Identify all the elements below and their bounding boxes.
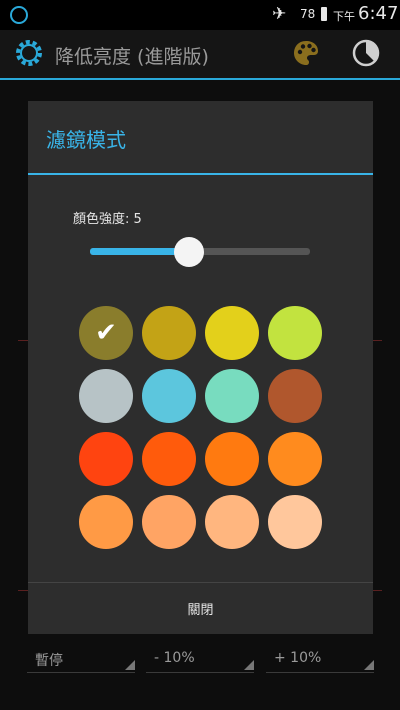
background-divider [372,340,382,341]
color-swatch[interactable] [205,306,259,360]
dialog-title: 濾鏡模式 [46,128,126,152]
intensity-label: 顏色強度: 5 [73,212,142,227]
battery-level: 78 [300,7,316,21]
color-swatch[interactable] [205,495,259,549]
increase-button[interactable]: + 10% [266,648,374,673]
color-swatch[interactable] [142,432,196,486]
color-swatch[interactable] [268,495,322,549]
color-swatch-selected[interactable]: ✔ [79,306,133,360]
close-button[interactable]: 關閉 [28,583,373,634]
checkmark-icon: ✔ [95,318,117,348]
color-swatch[interactable] [142,369,196,423]
decrease-label: - 10% [154,650,195,666]
battery-icon [321,7,327,21]
color-swatch[interactable] [205,369,259,423]
clock-time: 6:47 [358,3,399,24]
action-bar: 降低亮度 (進階版) [0,30,400,80]
notification-ring-icon [10,6,28,24]
spinner-corner-icon [244,660,254,670]
color-swatch[interactable] [268,432,322,486]
palette-icon[interactable] [291,38,321,68]
color-swatch[interactable] [79,369,133,423]
app-title: 降低亮度 (進階版) [55,46,209,68]
spinner-corner-icon [364,660,374,670]
color-swatch[interactable] [142,306,196,360]
gear-icon [16,40,42,66]
dialog-title-divider [28,173,373,175]
pause-button[interactable]: 暫停 [27,648,135,673]
decrease-button[interactable]: - 10% [146,648,254,673]
contrast-icon[interactable] [352,39,380,67]
status-bar: ✈ 78 下午 6:47 [0,0,400,30]
color-swatch[interactable] [79,495,133,549]
color-swatch[interactable] [205,432,259,486]
spinner-corner-icon [125,660,135,670]
color-swatch[interactable] [79,432,133,486]
pause-label: 暫停 [35,653,63,669]
color-swatch[interactable] [268,369,322,423]
filter-mode-dialog: 濾鏡模式 顏色強度: 5 ✔ 關閉 [28,101,373,634]
color-swatch[interactable] [268,306,322,360]
increase-label: + 10% [274,650,322,666]
intensity-slider[interactable] [90,237,310,267]
color-swatch-grid: ✔ [79,306,323,552]
airplane-mode-icon: ✈ [272,4,287,24]
slider-thumb[interactable] [174,237,204,267]
clock-ampm: 下午 [333,10,355,23]
background-divider [372,590,382,591]
color-swatch[interactable] [142,495,196,549]
